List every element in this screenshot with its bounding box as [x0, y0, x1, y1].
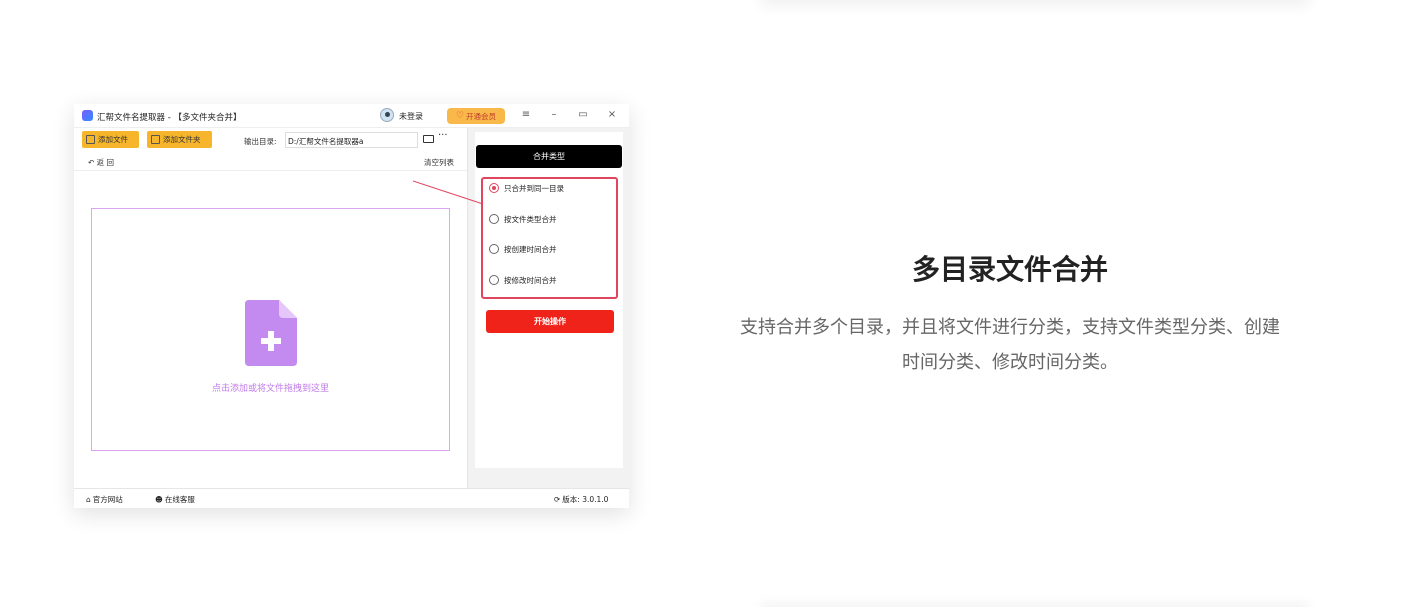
minimize-icon[interactable]: –	[547, 109, 561, 120]
merge-options-box: 只合并到同一目录 按文件类型合并 按创建时间合并 按修改时间合并	[481, 177, 618, 299]
maximize-icon[interactable]: ▭	[576, 109, 590, 120]
back-button[interactable]: ↶ 返 回	[88, 157, 114, 168]
merge-type-header: 合并类型	[476, 145, 622, 168]
output-dir-field[interactable]: D:/汇帮文件名提取器a	[285, 132, 418, 148]
support-icon: ☻	[155, 495, 163, 504]
version-label: 版本: 3.0.1.0	[562, 495, 609, 504]
drop-hint: 点击添加或将文件拖拽到这里	[211, 384, 329, 394]
file-list-pane: 添加文件 添加文件夹 输出目录: D:/汇帮文件名提取器a ··· ↶ 返 回 …	[74, 128, 467, 488]
option-by-created[interactable]: 按创建时间合并	[489, 242, 557, 256]
feature-description-line: 支持合并多个目录，并且将文件进行分类，支持文件类型分类、创建	[740, 317, 1280, 338]
feature-description: 支持合并多个目录，并且将文件进行分类，支持文件类型分类、创建 时间分类、修改时间…	[710, 310, 1310, 380]
folder-open-icon[interactable]	[423, 135, 434, 143]
status-bar: ⌂ 官方网站 ☻ 在线客服 ⟳ 版本: 3.0.1.0	[74, 488, 629, 508]
refresh-icon: ⟳	[554, 495, 561, 504]
option-label: 按文件类型合并	[504, 214, 557, 224]
title-bar: 汇帮文件名提取器 - 【多文件夹合并】 未登录 ♡ 开通会员 ≡ – ▭ ×	[74, 104, 629, 128]
close-icon[interactable]: ×	[605, 109, 619, 120]
add-file-button[interactable]: 添加文件	[82, 131, 139, 148]
radio-icon	[489, 244, 499, 254]
home-icon: ⌂	[86, 495, 91, 504]
login-status[interactable]: 未登录	[399, 111, 423, 122]
output-dir-label: 输出目录:	[244, 137, 277, 146]
menu-icon[interactable]: ≡	[519, 109, 533, 120]
support-label: 在线客服	[164, 495, 195, 504]
radio-icon	[489, 275, 499, 285]
option-label: 按创建时间合并	[504, 244, 557, 254]
feature-title: 多目录文件合并	[911, 253, 1108, 286]
radio-selected-icon	[489, 183, 499, 193]
add-folder-label: 添加文件夹	[163, 135, 201, 144]
drop-zone[interactable]: 点击添加或将文件拖拽到这里	[91, 208, 450, 451]
option-by-modified[interactable]: 按修改时间合并	[489, 273, 557, 287]
app-logo-icon	[82, 110, 93, 121]
website-link[interactable]: ⌂ 官方网站	[86, 494, 123, 505]
folder-add-icon	[151, 135, 160, 144]
file-add-large-icon	[245, 300, 297, 366]
feature-description-line: 时间分类、修改时间分类。	[902, 352, 1118, 373]
option-label: 只合并到同一目录	[504, 183, 564, 193]
vip-heart-icon: ♡	[455, 111, 465, 121]
callout-line	[413, 180, 484, 205]
clear-list-button[interactable]: 清空列表	[424, 157, 454, 168]
option-same-dir[interactable]: 只合并到同一目录	[489, 181, 564, 195]
version-info: ⟳ 版本: 3.0.1.0	[554, 494, 608, 505]
divider	[74, 170, 467, 171]
more-icon[interactable]: ···	[438, 130, 448, 141]
app-window: 汇帮文件名提取器 - 【多文件夹合并】 未登录 ♡ 开通会员 ≡ – ▭ × 添…	[74, 104, 629, 508]
add-folder-button[interactable]: 添加文件夹	[147, 131, 212, 148]
app-title: 汇帮文件名提取器 - 【多文件夹合并】	[97, 113, 242, 123]
file-add-icon	[86, 135, 95, 144]
start-button[interactable]: 开始操作	[486, 310, 614, 333]
settings-pane: 合并类型 只合并到同一目录 按文件类型合并 按创建时间合并 按修改时间合并 开始…	[467, 128, 629, 488]
add-file-label: 添加文件	[98, 135, 128, 144]
back-label: 返 回	[96, 158, 115, 167]
option-by-type[interactable]: 按文件类型合并	[489, 212, 557, 226]
page: 汇帮文件名提取器 - 【多文件夹合并】 未登录 ♡ 开通会员 ≡ – ▭ × 添…	[0, 0, 1409, 607]
option-label: 按修改时间合并	[504, 275, 557, 285]
support-link[interactable]: ☻ 在线客服	[155, 494, 195, 505]
radio-icon	[489, 214, 499, 224]
vip-button[interactable]: ♡ 开通会员	[447, 108, 505, 124]
user-avatar-icon[interactable]	[380, 108, 394, 122]
settings-card: 合并类型 只合并到同一目录 按文件类型合并 按创建时间合并 按修改时间合并 开始…	[475, 132, 623, 468]
vip-label: 开通会员	[466, 111, 497, 121]
website-label: 官方网站	[92, 495, 123, 504]
